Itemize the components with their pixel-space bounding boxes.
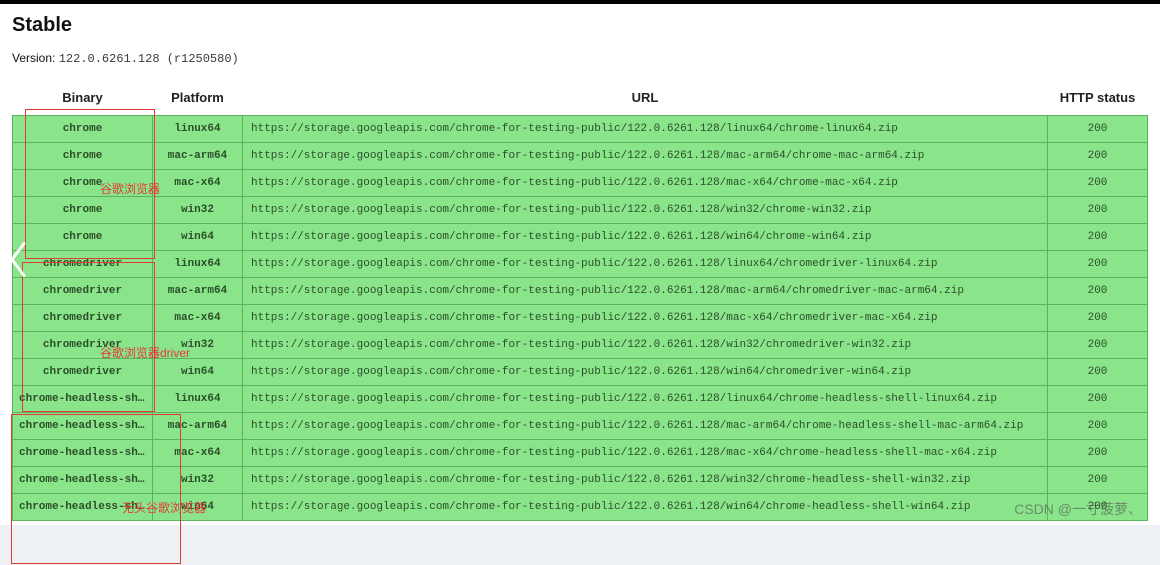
cell-binary: chrome-headless-shell: [13, 386, 153, 413]
cell-status: 200: [1048, 359, 1148, 386]
table-row: chrome-headless-shellmac-x64https://stor…: [13, 440, 1148, 467]
cell-binary: chrome: [13, 224, 153, 251]
table-row: chromewin64https://storage.googleapis.co…: [13, 224, 1148, 251]
cell-platform: mac-x64: [153, 440, 243, 467]
cell-status: 200: [1048, 143, 1148, 170]
cell-platform: win32: [153, 467, 243, 494]
cell-platform: win32: [153, 197, 243, 224]
prev-arrow-icon[interactable]: [6, 239, 30, 286]
cell-url[interactable]: https://storage.googleapis.com/chrome-fo…: [243, 494, 1048, 521]
watermark: CSDN @一寸菠萝、: [1014, 499, 1142, 519]
cell-status: 200: [1048, 467, 1148, 494]
downloads-table: Binary Platform URL HTTP status chromeli…: [12, 84, 1148, 521]
cell-url[interactable]: https://storage.googleapis.com/chrome-fo…: [243, 251, 1048, 278]
version-label: Version:: [12, 51, 55, 65]
cell-platform: mac-arm64: [153, 278, 243, 305]
cell-status: 200: [1048, 224, 1148, 251]
cell-binary: chrome-headless-shell: [13, 440, 153, 467]
table-row: chromedriverwin64https://storage.googlea…: [13, 359, 1148, 386]
table-row: chromelinux64https://storage.googleapis.…: [13, 116, 1148, 143]
cell-url[interactable]: https://storage.googleapis.com/chrome-fo…: [243, 197, 1048, 224]
cell-binary: chrome: [13, 143, 153, 170]
table-row: chrome-headless-shellmac-arm64https://st…: [13, 413, 1148, 440]
cell-platform: mac-arm64: [153, 143, 243, 170]
cell-platform: linux64: [153, 386, 243, 413]
version-line: Version: 122.0.6261.128 (r1250580): [12, 51, 1148, 66]
table-row: chromedriverlinux64https://storage.googl…: [13, 251, 1148, 278]
cell-status: 200: [1048, 251, 1148, 278]
col-platform-header: Platform: [153, 84, 243, 116]
cell-binary: chrome: [13, 170, 153, 197]
cell-status: 200: [1048, 440, 1148, 467]
cell-url[interactable]: https://storage.googleapis.com/chrome-fo…: [243, 386, 1048, 413]
cell-platform: mac-arm64: [153, 413, 243, 440]
cell-binary: chromedriver: [13, 278, 153, 305]
table-row: chromemac-arm64https://storage.googleapi…: [13, 143, 1148, 170]
table-row: chromedrivermac-x64https://storage.googl…: [13, 305, 1148, 332]
col-status-header: HTTP status: [1048, 84, 1148, 116]
cell-platform: win32: [153, 332, 243, 359]
table-row: chromedrivermac-arm64https://storage.goo…: [13, 278, 1148, 305]
cell-url[interactable]: https://storage.googleapis.com/chrome-fo…: [243, 413, 1048, 440]
col-binary-header: Binary: [13, 84, 153, 116]
cell-status: 200: [1048, 170, 1148, 197]
cell-status: 200: [1048, 413, 1148, 440]
cell-platform: linux64: [153, 251, 243, 278]
cell-binary: chromedriver: [13, 332, 153, 359]
cell-url[interactable]: https://storage.googleapis.com/chrome-fo…: [243, 440, 1048, 467]
cell-url[interactable]: https://storage.googleapis.com/chrome-fo…: [243, 143, 1048, 170]
cell-url[interactable]: https://storage.googleapis.com/chrome-fo…: [243, 224, 1048, 251]
cell-url[interactable]: https://storage.googleapis.com/chrome-fo…: [243, 116, 1048, 143]
cell-platform: win64: [153, 224, 243, 251]
cell-status: 200: [1048, 332, 1148, 359]
version-value: 122.0.6261.128 (r1250580): [59, 52, 239, 66]
cell-url[interactable]: https://storage.googleapis.com/chrome-fo…: [243, 332, 1048, 359]
cell-platform: win64: [153, 359, 243, 386]
cell-binary: chrome-headless-shell: [13, 413, 153, 440]
cell-platform: win64: [153, 494, 243, 521]
table-row: chrome-headless-shelllinux64https://stor…: [13, 386, 1148, 413]
cell-status: 200: [1048, 305, 1148, 332]
cell-binary: chromedriver: [13, 251, 153, 278]
cell-binary: chrome-headless-shell: [13, 494, 153, 521]
cell-binary: chrome: [13, 197, 153, 224]
cell-url[interactable]: https://storage.googleapis.com/chrome-fo…: [243, 305, 1048, 332]
col-url-header: URL: [243, 84, 1048, 116]
cell-status: 200: [1048, 278, 1148, 305]
page-title: Stable: [12, 14, 1148, 37]
cell-url[interactable]: https://storage.googleapis.com/chrome-fo…: [243, 170, 1048, 197]
cell-url[interactable]: https://storage.googleapis.com/chrome-fo…: [243, 359, 1048, 386]
cell-status: 200: [1048, 197, 1148, 224]
table-row: chrome-headless-shellwin64https://storag…: [13, 494, 1148, 521]
cell-binary: chrome-headless-shell: [13, 467, 153, 494]
table-row: chromewin32https://storage.googleapis.co…: [13, 197, 1148, 224]
cell-binary: chromedriver: [13, 359, 153, 386]
table-row: chrome-headless-shellwin32https://storag…: [13, 467, 1148, 494]
cell-url[interactable]: https://storage.googleapis.com/chrome-fo…: [243, 467, 1048, 494]
table-row: chromedriverwin32https://storage.googlea…: [13, 332, 1148, 359]
cell-status: 200: [1048, 386, 1148, 413]
cell-binary: chrome: [13, 116, 153, 143]
table-row: chromemac-x64https://storage.googleapis.…: [13, 170, 1148, 197]
cell-url[interactable]: https://storage.googleapis.com/chrome-fo…: [243, 278, 1048, 305]
cell-status: 200: [1048, 116, 1148, 143]
cell-platform: linux64: [153, 116, 243, 143]
cell-platform: mac-x64: [153, 305, 243, 332]
cell-binary: chromedriver: [13, 305, 153, 332]
cell-platform: mac-x64: [153, 170, 243, 197]
